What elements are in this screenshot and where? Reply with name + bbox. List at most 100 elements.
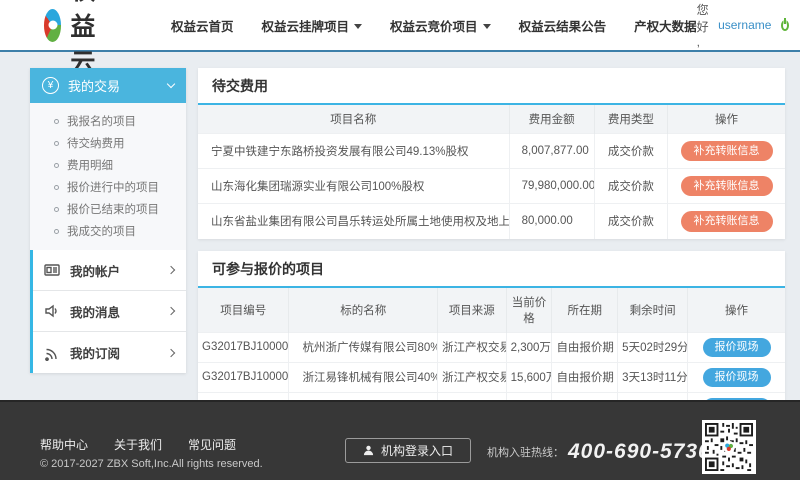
- sidebar-sub-label: 待交纳费用: [67, 135, 125, 151]
- bullet-icon: [54, 119, 59, 124]
- sidebar-item-fee-details[interactable]: 费用明细: [30, 154, 186, 176]
- user-area: 您好 , username: [697, 1, 789, 49]
- nav-label: 权益云首页: [171, 16, 234, 35]
- bullet-icon: [54, 185, 59, 190]
- chevron-right-icon: [167, 266, 175, 274]
- id-card-icon: [44, 262, 60, 278]
- target-name-cell: 杭州浙广传媒有限公司80%股权: [289, 332, 438, 362]
- project-id-cell: G32017BJ1000063: [198, 332, 289, 362]
- remaining-time-cell: 5天02时29分: [618, 332, 688, 362]
- sidebar-section-label: 我的消息: [70, 302, 120, 321]
- main-nav: 权益云首页 权益云挂牌项目 权益云竞价项目 权益云结果公告 产权大数据: [171, 16, 697, 35]
- fee-type-cell: 成交价款: [594, 169, 667, 204]
- sidebar-section-label: 我的帐户: [70, 261, 120, 280]
- fee-amount-cell: 80,000.00: [509, 204, 594, 239]
- chevron-down-icon: [167, 80, 175, 88]
- sidebar-sub-label: 费用明细: [67, 157, 113, 173]
- project-name-cell: 宁夏中铁建宁东路桥投资发展有限公司49.13%股权: [198, 134, 509, 169]
- nav-item-listing-projects[interactable]: 权益云挂牌项目: [262, 16, 363, 35]
- footer-link-about-us[interactable]: 关于我们: [114, 436, 162, 453]
- sidebar-submenu: 我报名的项目 待交纳费用 费用明细 报价进行中的项目 报价已结束的项目 我成交的…: [30, 103, 186, 250]
- hotline: 机构入驻热线： 400-690-5730: [487, 440, 711, 464]
- bullet-icon: [54, 141, 59, 146]
- fee-type-cell: 成交价款: [594, 204, 667, 239]
- nav-label: 权益云竞价项目: [390, 16, 478, 35]
- footer-link-faq[interactable]: 常见问题: [188, 436, 236, 453]
- table-row: G32017BJ1000058 浙江易锋机械有限公司40%股权 浙江产权交易所 …: [198, 362, 785, 392]
- project-id-cell: G32017BJ1000058: [198, 362, 289, 392]
- table-row: 山东海化集团瑞源实业有限公司100%股权 79,980,000.00 成交价款 …: [198, 169, 785, 204]
- sidebar-item-my-account[interactable]: 我的帐户: [33, 250, 186, 291]
- table-row: 宁夏中铁建宁东路桥投资发展有限公司49.13%股权 8,007,877.00 成…: [198, 134, 785, 169]
- supplement-transfer-info-button[interactable]: 补充转账信息: [681, 176, 773, 196]
- project-name-cell: 山东海化集团瑞源实业有限公司100%股权: [198, 169, 509, 204]
- copyright-text: © 2017-2027 ZBX Soft,Inc.All rights rese…: [40, 458, 263, 470]
- sidebar-sub-label: 我报名的项目: [67, 113, 136, 129]
- top-header: 权益云 权益云首页 权益云挂牌项目 权益云竞价项目 权益云结果公告 产权大数据 …: [0, 0, 800, 52]
- column-header: 费用金额: [509, 105, 594, 134]
- sidebar-sub-label: 报价进行中的项目: [67, 179, 159, 195]
- phase-cell: 自由报价期: [552, 332, 618, 362]
- hotline-label: 机构入驻热线：: [487, 444, 564, 460]
- chevron-right-icon: [167, 348, 175, 356]
- person-icon: [363, 445, 374, 456]
- column-header: 项目编号: [198, 288, 289, 333]
- supplement-transfer-info-button[interactable]: 补充转账信息: [681, 141, 773, 161]
- footer-link-help-center[interactable]: 帮助中心: [40, 436, 88, 453]
- nav-item-home[interactable]: 权益云首页: [171, 16, 234, 35]
- dropdown-arrow-icon: [483, 24, 491, 29]
- content-area: ¥ 我的交易 我报名的项目 待交纳费用 费用明细 报价进行中的项目: [0, 52, 800, 400]
- bidding-room-button[interactable]: 报价现场: [703, 338, 771, 357]
- footer-links: 帮助中心 关于我们 常见问题: [40, 436, 236, 453]
- project-name-cell: 山东省盐业集团有限公司昌乐转运处所属土地使用权及地上建筑物: [198, 204, 509, 239]
- nav-item-auction-projects[interactable]: 权益云竞价项目: [390, 16, 491, 35]
- sidebar-item-closed-deals[interactable]: 我成交的项目: [30, 220, 186, 242]
- column-header: 操作: [688, 288, 785, 333]
- nav-item-result-announcements[interactable]: 权益云结果公告: [519, 16, 607, 35]
- hotline-number: 400-690-5730: [568, 440, 711, 464]
- logout-icon[interactable]: [781, 20, 789, 31]
- price-cell: 15,600万: [506, 362, 552, 392]
- target-name-cell: 浙江易锋机械有限公司40%股权: [289, 362, 438, 392]
- remaining-time-cell: 3天13时11分: [618, 362, 688, 392]
- sidebar-section-label: 我的订阅: [70, 343, 120, 362]
- sidebar-item-my-trades[interactable]: ¥ 我的交易: [30, 68, 186, 103]
- sidebar-item-bidding-in-progress[interactable]: 报价进行中的项目: [30, 176, 186, 198]
- nav-label: 权益云挂牌项目: [262, 16, 350, 35]
- supplement-transfer-info-button[interactable]: 补充转账信息: [681, 211, 773, 231]
- panel-title: 可参与报价的项目: [198, 251, 785, 288]
- fee-type-cell: 成交价款: [594, 134, 667, 169]
- footer: 帮助中心 关于我们 常见问题 © 2017-2027 ZBX Soft,Inc.…: [0, 400, 800, 480]
- pending-fees-table: 项目名称 费用金额 费用类型 操作 宁夏中铁建宁东路桥投资发展有限公司49.13…: [198, 105, 785, 239]
- column-header: 操作: [668, 105, 785, 134]
- column-header: 标的名称: [289, 288, 438, 333]
- sidebar-item-registered-projects[interactable]: 我报名的项目: [30, 110, 186, 132]
- sidebar-item-my-subscriptions[interactable]: 我的订阅: [33, 332, 186, 373]
- sidebar-item-my-messages[interactable]: 我的消息: [33, 291, 186, 332]
- dropdown-arrow-icon: [354, 24, 362, 29]
- source-cell: 浙江产权交易所: [437, 362, 506, 392]
- source-cell: 浙江产权交易所: [437, 332, 506, 362]
- nav-label: 权益云结果公告: [519, 16, 607, 35]
- sidebar: ¥ 我的交易 我报名的项目 待交纳费用 费用明细 报价进行中的项目: [30, 68, 186, 373]
- table-row: 山东省盐业集团有限公司昌乐转运处所属土地使用权及地上建筑物 80,000.00 …: [198, 204, 785, 239]
- sidebar-sub-label: 我成交的项目: [67, 223, 136, 239]
- phase-cell: 自由报价期: [552, 362, 618, 392]
- chevron-right-icon: [167, 307, 175, 315]
- bidding-room-button[interactable]: 报价现场: [703, 368, 771, 387]
- nav-item-big-data[interactable]: 产权大数据: [634, 16, 697, 35]
- org-login-label: 机构登录入口: [381, 442, 453, 459]
- qr-code: [702, 420, 756, 474]
- column-header: 剩余时间: [618, 288, 688, 333]
- username-link[interactable]: username: [718, 18, 771, 32]
- org-login-button[interactable]: 机构登录入口: [345, 438, 471, 463]
- sidebar-sub-label: 报价已结束的项目: [67, 201, 159, 217]
- table-row: G32017BJ1000063 杭州浙广传媒有限公司80%股权 浙江产权交易所 …: [198, 332, 785, 362]
- panel-title: 待交费用: [198, 68, 785, 105]
- sidebar-item-bidding-ended[interactable]: 报价已结束的项目: [30, 198, 186, 220]
- fee-amount-cell: 8,007,877.00: [509, 134, 594, 169]
- yen-icon: ¥: [42, 77, 59, 94]
- table-header-row: 项目编号 标的名称 项目来源 当前价格 所在期 剩余时间 操作: [198, 288, 785, 333]
- column-header: 项目来源: [437, 288, 506, 333]
- sidebar-item-pending-fees[interactable]: 待交纳费用: [30, 132, 186, 154]
